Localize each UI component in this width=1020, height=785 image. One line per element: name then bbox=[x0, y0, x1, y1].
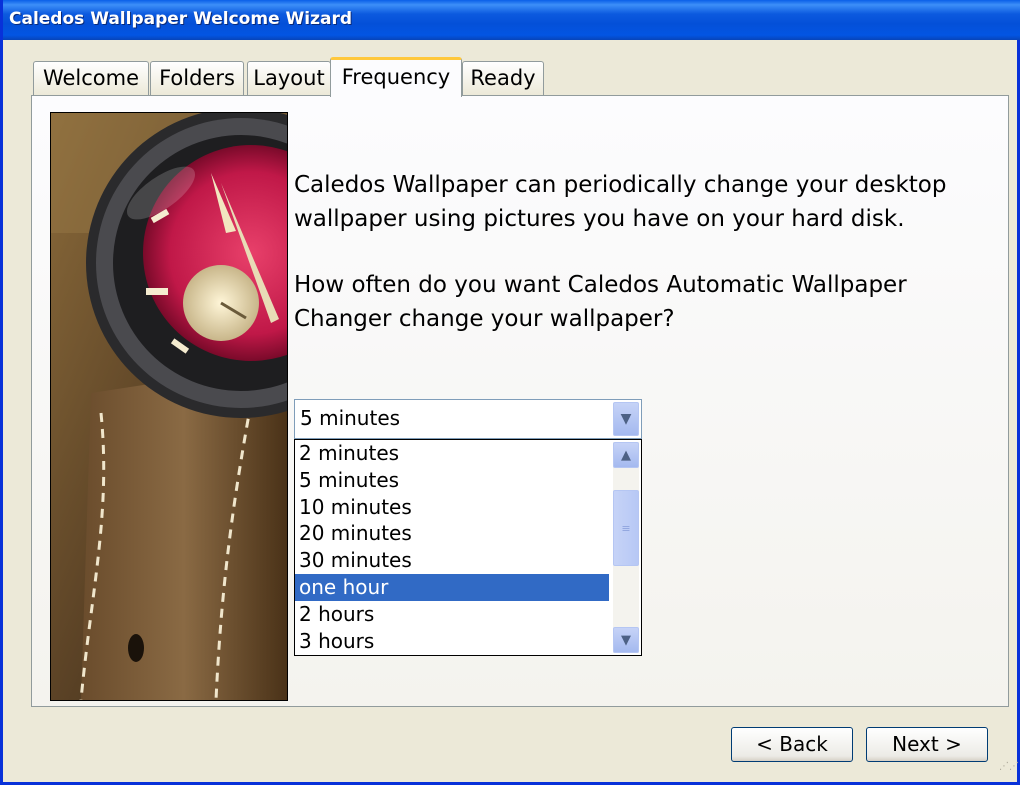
option-one-hour[interactable]: one hour bbox=[295, 573, 609, 601]
grip-icon[interactable]: ⋰⋰ bbox=[999, 762, 1019, 778]
scrollbar-thumb[interactable]: ≡ bbox=[613, 490, 639, 566]
frequency-select-value: 5 minutes bbox=[300, 406, 401, 430]
tab-welcome[interactable]: Welcome bbox=[33, 61, 149, 95]
chevron-down-icon[interactable]: ▼ bbox=[613, 402, 639, 436]
dropdown-scrollbar[interactable]: ▲ ≡ ▼ bbox=[613, 442, 639, 653]
intro-text: Caledos Wallpaper can periodically chang… bbox=[294, 172, 947, 232]
wristwatch-illustration bbox=[51, 113, 287, 700]
tab-ready[interactable]: Ready bbox=[462, 61, 544, 95]
option-2-minutes[interactable]: 2 minutes bbox=[295, 440, 609, 467]
title-bar[interactable]: Caledos Wallpaper Welcome Wizard bbox=[3, 0, 1020, 40]
chevron-up-icon[interactable]: ▲ bbox=[613, 442, 639, 468]
option-5-minutes[interactable]: 5 minutes bbox=[295, 467, 609, 494]
wristwatch-photo bbox=[50, 112, 288, 701]
tab-folders[interactable]: Folders bbox=[150, 61, 244, 95]
frequency-dropdown-list[interactable]: 2 minutes 5 minutes 10 minutes 20 minute… bbox=[294, 439, 642, 656]
tab-layout[interactable]: Layout bbox=[247, 61, 331, 95]
option-10-minutes[interactable]: 10 minutes bbox=[295, 494, 609, 521]
wizard-window: Caledos Wallpaper Welcome Wizard Welcome… bbox=[0, 0, 1020, 785]
option-30-minutes[interactable]: 30 minutes bbox=[295, 547, 609, 574]
question-text: How often do you want Caledos Automatic … bbox=[294, 272, 907, 332]
back-button[interactable]: < Back bbox=[731, 727, 853, 762]
chevron-down-icon[interactable]: ▼ bbox=[613, 627, 639, 653]
tab-panel-frequency: Caledos Wallpaper can periodically chang… bbox=[31, 95, 1009, 707]
window-title: Caledos Wallpaper Welcome Wizard bbox=[9, 9, 353, 29]
next-button[interactable]: Next > bbox=[866, 727, 988, 762]
frequency-select[interactable]: 5 minutes ▼ bbox=[294, 399, 642, 439]
option-20-minutes[interactable]: 20 minutes bbox=[295, 520, 609, 547]
option-3-hours[interactable]: 3 hours bbox=[295, 628, 609, 655]
tab-frequency[interactable]: Frequency bbox=[330, 57, 462, 97]
option-2-hours[interactable]: 2 hours bbox=[295, 601, 609, 628]
